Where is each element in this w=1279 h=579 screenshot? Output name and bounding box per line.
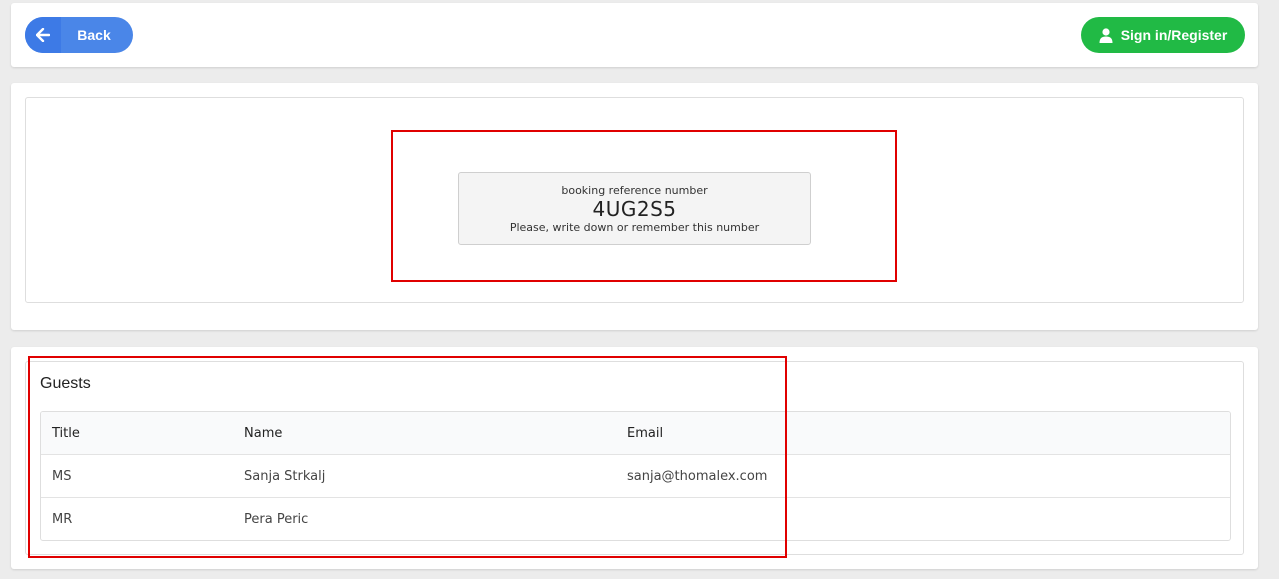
guests-title: Guests — [40, 375, 91, 392]
table-row: MS Sanja Strkalj sanja@thomalex.com — [41, 454, 1230, 497]
column-header-title: Title — [52, 425, 80, 441]
guest-email: sanja@thomalex.com — [627, 468, 768, 484]
reference-caption: booking reference number — [561, 184, 708, 197]
guest-name: Sanja Strkalj — [244, 468, 326, 484]
top-bar: Back Sign in/Register — [11, 3, 1258, 67]
guest-title: MR — [52, 511, 73, 527]
sign-in-register-button[interactable]: Sign in/Register — [1081, 17, 1245, 53]
back-button[interactable]: Back — [25, 17, 133, 53]
guests-card: Guests Title Name Email MS Sanja Strkalj… — [25, 361, 1244, 555]
reference-card: booking reference number 4UG2S5 Please, … — [25, 97, 1244, 303]
reference-note: Please, write down or remember this numb… — [509, 221, 760, 234]
arrow-left-icon — [25, 17, 61, 53]
column-header-email: Email — [627, 425, 664, 441]
user-icon — [1099, 27, 1113, 43]
guest-title: MS — [52, 468, 72, 484]
guests-panel: Guests Title Name Email MS Sanja Strkalj… — [11, 347, 1258, 569]
table-row: MR Pera Peric — [41, 497, 1230, 540]
table-header-row: Title Name Email — [41, 412, 1230, 454]
column-header-name: Name — [244, 425, 283, 441]
reference-box: booking reference number 4UG2S5 Please, … — [458, 172, 811, 245]
reference-number: 4UG2S5 — [592, 197, 677, 221]
back-button-label: Back — [77, 27, 111, 43]
reference-panel: booking reference number 4UG2S5 Please, … — [11, 83, 1258, 330]
guest-name: Pera Peric — [244, 511, 309, 527]
guests-table: Title Name Email MS Sanja Strkalj sanja@… — [40, 411, 1231, 541]
sign-in-register-label: Sign in/Register — [1120, 27, 1228, 43]
